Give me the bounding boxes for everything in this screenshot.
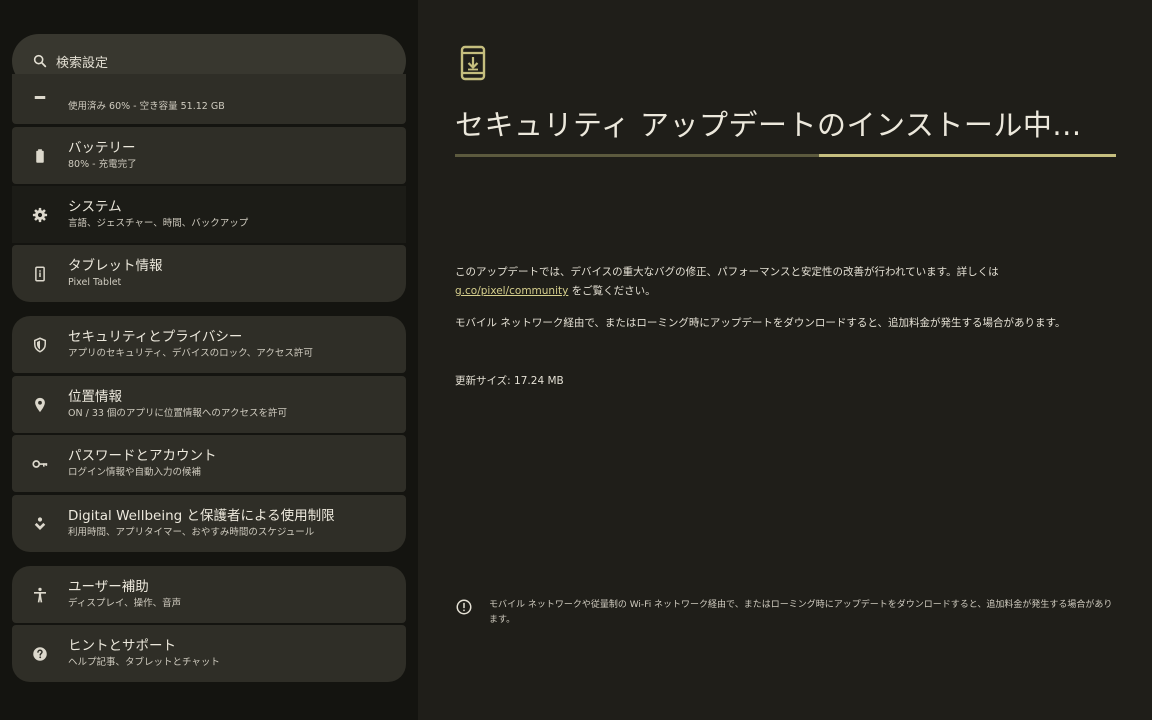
sidebar-item-help-support[interactable]: ヒントとサポート ヘルプ記事、タブレットとチャット bbox=[12, 625, 406, 682]
data-charge-note-text: モバイル ネットワークや従量制の Wi-Fi ネットワーク経由で、またはローミン… bbox=[489, 600, 1113, 625]
sidebar-item-title: タブレット情報 bbox=[68, 258, 163, 274]
update-progress-bar bbox=[455, 154, 1116, 157]
sidebar-item-title: 位置情報 bbox=[68, 389, 122, 405]
sidebar-item-sub: 利用時間、アプリタイマー、おやすみ時間のスケジュール bbox=[68, 527, 315, 538]
help-icon bbox=[12, 645, 68, 663]
sidebar-item-digital-wellbeing[interactable]: Digital Wellbeing と保護者による使用制限 利用時間、アプリタイ… bbox=[12, 495, 406, 552]
update-description-text: このアップデートでは、デバイスの重大なバグの修正、パフォーマンスと安定性の改善が… bbox=[455, 266, 999, 278]
key-icon bbox=[12, 455, 68, 473]
settings-list: 使用済み 60% - 空き容量 51.12 GB バッテリー 80% - 充電完… bbox=[12, 74, 406, 720]
gear-icon bbox=[12, 206, 68, 224]
info-icon bbox=[456, 599, 472, 615]
page-title: セキュリティ アップデートのインストール中... bbox=[455, 108, 1082, 142]
battery-icon bbox=[12, 147, 68, 165]
sidebar-item-sub: 80% - 充電完了 bbox=[68, 159, 137, 170]
update-description-tail: をご覧ください。 bbox=[568, 285, 656, 297]
sidebar-item-tablet-info[interactable]: タブレット情報 Pixel Tablet bbox=[12, 245, 406, 302]
update-progress-fill bbox=[819, 154, 1116, 157]
sidebar-item-title: ヒントとサポート bbox=[68, 638, 176, 654]
sidebar-item-title: システム bbox=[68, 199, 122, 215]
sidebar-item-battery[interactable]: バッテリー 80% - 充電完了 bbox=[12, 127, 406, 184]
settings-list-pane: 検索設定 使用済み 60% - 空き容量 51.12 GB バッテリー 80% … bbox=[0, 0, 418, 720]
update-size: 更新サイズ: 17.24 MB bbox=[455, 375, 564, 387]
sidebar-item-sub: 言語、ジェスチャー、時間、バックアップ bbox=[68, 218, 249, 229]
settings-window: 検索設定 使用済み 60% - 空き容量 51.12 GB バッテリー 80% … bbox=[0, 0, 1152, 720]
sidebar-item-security[interactable]: セキュリティとプライバシー アプリのセキュリティ、デバイスのロック、アクセス許可 bbox=[12, 316, 406, 373]
sidebar-item-sub: ON / 33 個のアプリに位置情報へのアクセスを許可 bbox=[68, 408, 287, 419]
sidebar-item-sub: ヘルプ記事、タブレットとチャット bbox=[68, 657, 220, 668]
sidebar-item-title: バッテリー bbox=[68, 140, 136, 156]
roaming-warning: モバイル ネットワーク経由で、またはローミング時にアップデートをダウンロードする… bbox=[455, 317, 1066, 329]
accessibility-icon bbox=[12, 586, 68, 604]
sidebar-item-sub: ログイン情報や自動入力の候補 bbox=[68, 467, 202, 478]
update-description: このアップデートでは、デバイスの重大なバグの修正、パフォーマンスと安定性の改善が… bbox=[455, 263, 1115, 301]
sidebar-item-sub: アプリのセキュリティ、デバイスのロック、アクセス許可 bbox=[68, 348, 313, 359]
sidebar-item-title: セキュリティとプライバシー bbox=[68, 329, 243, 345]
shield-icon bbox=[12, 336, 68, 354]
sidebar-item-sub: 使用済み 60% - 空き容量 51.12 GB bbox=[68, 101, 225, 112]
location-pin-icon bbox=[12, 396, 68, 414]
data-charge-note: モバイル ネットワークや従量制の Wi-Fi ネットワーク経由で、またはローミン… bbox=[455, 598, 1115, 628]
sidebar-item-accessibility[interactable]: ユーザー補助 ディスプレイ、操作、音声 bbox=[12, 566, 406, 623]
community-link[interactable]: g.co/pixel/community bbox=[455, 285, 568, 297]
sidebar-item-title: パスワードとアカウント bbox=[68, 448, 217, 464]
search-placeholder: 検索設定 bbox=[56, 55, 109, 71]
sidebar-item-system[interactable]: システム 言語、ジェスチャー、時間、バックアップ bbox=[12, 186, 406, 243]
system-update-pane: セキュリティ アップデートのインストール中... このアップデートでは、デバイス… bbox=[418, 0, 1152, 720]
sidebar-item-title: ユーザー補助 bbox=[68, 579, 149, 595]
sidebar-item-location[interactable]: 位置情報 ON / 33 個のアプリに位置情報へのアクセスを許可 bbox=[12, 376, 406, 433]
tablet-info-icon bbox=[12, 265, 68, 283]
storage-icon bbox=[12, 96, 68, 114]
sidebar-item-sub: ディスプレイ、操作、音声 bbox=[68, 598, 182, 609]
wellbeing-icon bbox=[12, 515, 68, 533]
sidebar-item-passwords-accounts[interactable]: パスワードとアカウント ログイン情報や自動入力の候補 bbox=[12, 435, 406, 492]
sidebar-item-storage[interactable]: 使用済み 60% - 空き容量 51.12 GB bbox=[12, 74, 406, 124]
sidebar-item-title: Digital Wellbeing と保護者による使用制限 bbox=[68, 508, 335, 524]
search-icon bbox=[33, 54, 47, 68]
system-update-phone-icon bbox=[460, 45, 486, 81]
sidebar-item-sub: Pixel Tablet bbox=[68, 277, 122, 288]
